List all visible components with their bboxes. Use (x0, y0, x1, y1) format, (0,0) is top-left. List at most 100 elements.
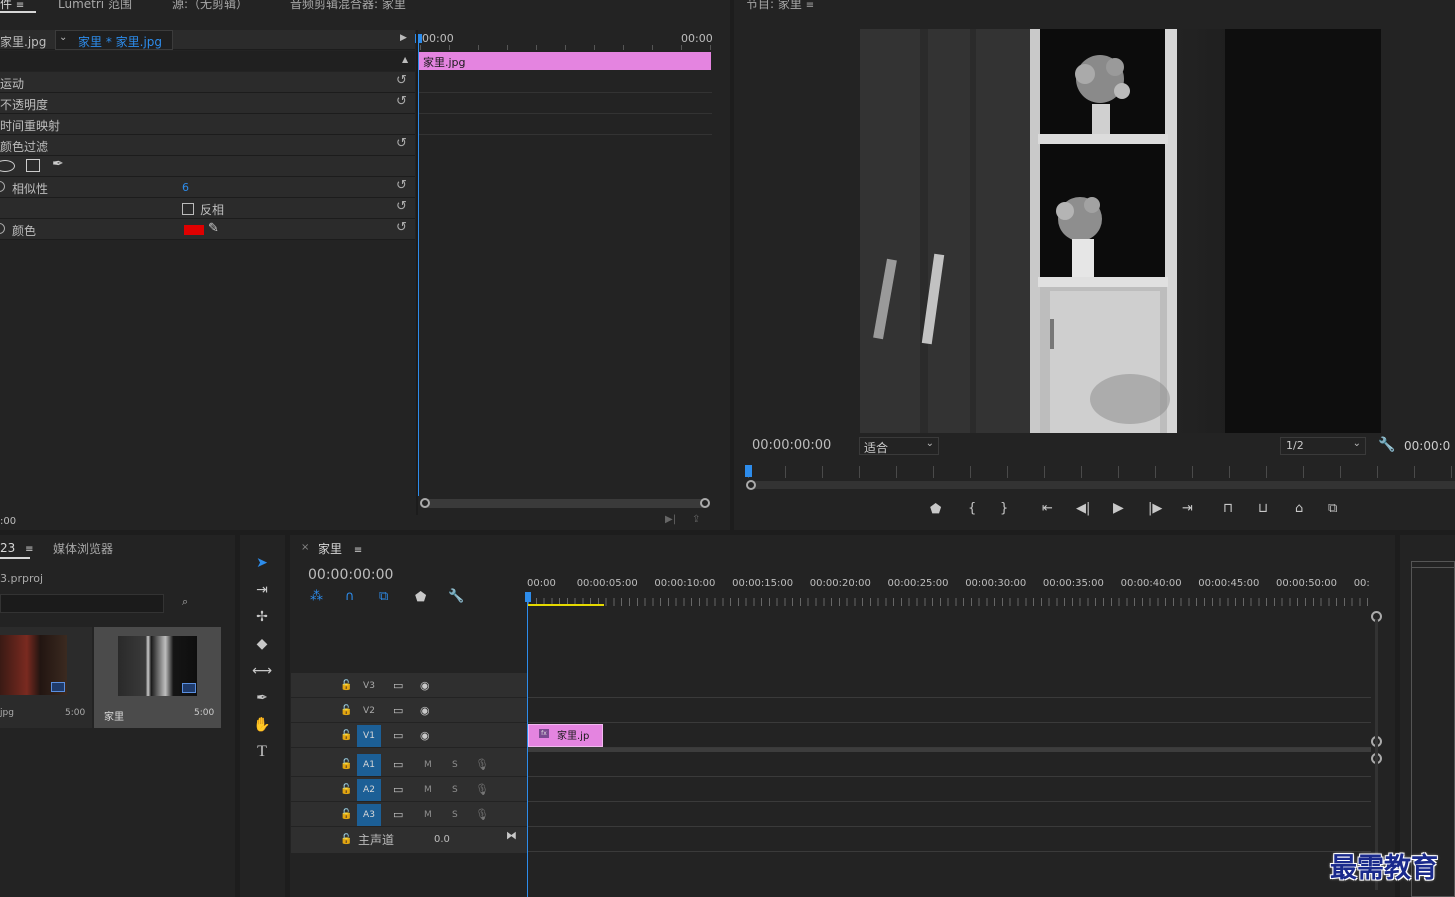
go-to-end-icon[interactable]: ⧓ (506, 829, 517, 843)
linked-selection-icon[interactable]: ⧉ (379, 590, 388, 604)
mark-out-icon[interactable]: } (1000, 502, 1008, 516)
effect-row-time-remap[interactable]: 时间重映射 (0, 114, 415, 135)
sync-lock-icon[interactable]: ▭ (393, 758, 403, 772)
add-marker-icon[interactable]: ⬟ (930, 503, 941, 517)
eye-icon[interactable]: ◉ (420, 704, 430, 718)
pen-mask-icon[interactable]: ✒ (52, 156, 64, 172)
lane-master[interactable] (528, 828, 1371, 852)
hand-tool-icon[interactable]: ✋ (250, 714, 274, 736)
reset-icon[interactable]: ↺ (396, 200, 410, 214)
resolution-dropdown[interactable]: 1/2 ⌄ (1280, 437, 1366, 455)
solo-button[interactable]: S (452, 810, 458, 820)
project-item-1[interactable]: jpg 5:00 (0, 627, 92, 728)
mute-button[interactable]: M (424, 760, 432, 770)
sync-lock-icon[interactable]: ▭ (393, 729, 403, 743)
lane-v1[interactable] (528, 724, 1371, 748)
microphone-icon[interactable]: 🎙 (475, 783, 489, 797)
effect-row-opacity[interactable]: 不透明度 ↺ (0, 93, 415, 114)
expand-arrow-icon[interactable]: ▶ (400, 33, 407, 43)
extract-icon[interactable]: ⊔ (1258, 502, 1268, 516)
reset-icon[interactable]: ↺ (396, 95, 410, 109)
lock-icon[interactable]: 🔓 (340, 834, 352, 845)
mute-button[interactable]: M (424, 810, 432, 820)
tab-media-browser[interactable]: 媒体浏览器 (53, 540, 113, 557)
stopwatch-icon[interactable] (0, 223, 5, 234)
add-marker-icon[interactable]: ⬟ (415, 591, 426, 605)
lock-icon[interactable]: 🔓 (340, 680, 352, 691)
reset-icon[interactable]: ↺ (396, 221, 410, 235)
microphone-icon[interactable]: 🎙 (475, 758, 489, 772)
sequence-playhead-marker[interactable] (525, 592, 531, 602)
timeline-clip[interactable]: fx 家里.jp (528, 724, 603, 747)
project-search-input[interactable] (0, 594, 164, 613)
lane-a3[interactable] (528, 803, 1371, 827)
sequence-timecode[interactable]: 00:00:00:00 (308, 567, 393, 583)
tab-project[interactable]: 23 ≡ (0, 541, 34, 555)
ripple-edit-tool-icon[interactable]: ✢ (250, 606, 274, 628)
play-icon[interactable]: ▶ (1113, 501, 1124, 515)
close-sequence-icon[interactable]: × (301, 542, 309, 553)
lock-icon[interactable]: 🔓 (340, 759, 352, 770)
program-video-frame[interactable] (860, 29, 1381, 433)
mark-in-icon[interactable]: { (968, 502, 976, 516)
export-frame-camera-icon[interactable]: ⌂ (1295, 502, 1303, 516)
program-ruler[interactable] (748, 466, 1455, 478)
track-target-v2[interactable]: V2 (357, 700, 381, 722)
fit-dropdown[interactable]: 适合 ⌄ (859, 437, 939, 455)
sync-lock-icon[interactable]: ▭ (393, 704, 403, 718)
sequence-playhead[interactable] (527, 592, 528, 897)
eye-icon[interactable]: ◉ (420, 729, 430, 743)
master-volume-value[interactable]: 0.0 (434, 834, 450, 845)
nest-icon[interactable]: ⁂ (310, 590, 323, 604)
settings-wrench-icon[interactable]: 🔧 (1378, 437, 1395, 453)
effect-row-similarity[interactable]: 相似性 6 ↺ (0, 177, 415, 198)
invert-checkbox[interactable] (182, 203, 194, 215)
razor-tool-icon[interactable]: ◆ (250, 633, 274, 655)
lane-a1[interactable] (528, 753, 1371, 777)
ec-zoom-scrollbar[interactable] (420, 499, 710, 508)
lock-icon[interactable]: 🔓 (340, 705, 352, 716)
program-scrollbar[interactable] (748, 481, 1455, 489)
tab-source[interactable]: 源:（无剪辑） (172, 0, 248, 12)
reset-icon[interactable]: ↺ (396, 179, 410, 193)
lane-v2[interactable] (528, 699, 1371, 723)
go-to-out-icon[interactable]: ⇥ (1182, 502, 1193, 516)
collapse-arrow-icon[interactable]: ▲ (402, 55, 408, 64)
track-target-a3[interactable]: A3 (357, 804, 381, 826)
similarity-value[interactable]: 6 (182, 181, 189, 194)
reset-icon[interactable]: ↺ (396, 137, 410, 151)
mute-button[interactable]: M (424, 785, 432, 795)
stopwatch-icon[interactable] (0, 181, 5, 192)
rectangle-mask-icon[interactable] (26, 159, 40, 172)
ec-zoom-handle-left[interactable] (420, 498, 430, 508)
selection-tool-icon[interactable]: ➤ (250, 552, 274, 574)
clip-target-dropdown[interactable]: ⌄ 家里 * 家里.jpg (55, 30, 173, 50)
track-target-v1[interactable]: V1 (357, 725, 381, 747)
pen-tool-icon[interactable]: ✒ (250, 687, 274, 709)
slip-tool-icon[interactable]: ⟷ (250, 660, 274, 682)
export-icon[interactable]: ⇪ (692, 514, 700, 525)
solo-button[interactable]: S (452, 760, 458, 770)
effect-row-color-key[interactable]: 颜色过滤 ↺ (0, 135, 415, 156)
project-item-2[interactable]: 家里 5:00 (94, 627, 221, 728)
sync-lock-icon[interactable]: ▭ (393, 679, 403, 693)
ec-zoom-handle-right[interactable] (700, 498, 710, 508)
eyedropper-icon[interactable]: ✎ (208, 221, 219, 236)
lock-icon[interactable]: 🔓 (340, 730, 352, 741)
tab-sequence[interactable]: 家里 ≡ (318, 540, 362, 557)
effect-row-motion[interactable]: 运动 ↺ (0, 72, 415, 93)
timeline-settings-wrench-icon[interactable]: 🔧 (448, 590, 464, 604)
step-back-icon[interactable]: ◀| (1076, 502, 1090, 516)
solo-button[interactable]: S (452, 785, 458, 795)
track-target-a1[interactable]: A1 (357, 754, 381, 776)
lock-icon[interactable]: 🔓 (340, 784, 352, 795)
color-swatch[interactable] (184, 225, 204, 235)
program-scroll-handle[interactable] (746, 480, 756, 490)
play-clip-audio-icon[interactable]: ▶| (665, 514, 676, 525)
comparison-view-icon[interactable]: ⧉ (1328, 502, 1337, 516)
lane-a2[interactable] (528, 778, 1371, 802)
tab-lumetri-scopes[interactable]: Lumetri 范围 (58, 0, 132, 12)
lift-icon[interactable]: ⊓ (1223, 502, 1233, 516)
sync-lock-icon[interactable]: ▭ (393, 808, 403, 822)
lane-v3[interactable] (528, 674, 1371, 698)
